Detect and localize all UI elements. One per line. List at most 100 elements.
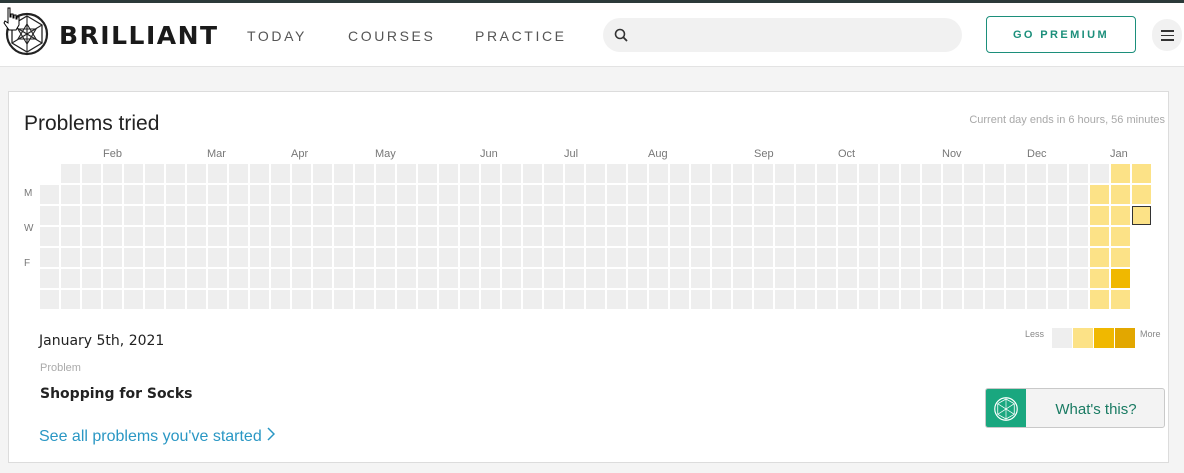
heatmap-cell[interactable]	[1090, 185, 1109, 204]
heatmap-cell[interactable]	[607, 269, 626, 288]
heatmap-cell[interactable]	[523, 227, 542, 246]
heatmap-cell[interactable]	[1069, 248, 1088, 267]
heatmap-cell[interactable]	[1132, 164, 1151, 183]
heatmap-cell[interactable]	[775, 248, 794, 267]
heatmap-cell[interactable]	[649, 248, 668, 267]
heatmap-cell[interactable]	[1090, 248, 1109, 267]
heatmap-cell[interactable]	[817, 269, 836, 288]
heatmap-cell[interactable]	[61, 164, 80, 183]
brand-name[interactable]: BRILLIANT	[59, 21, 219, 50]
heatmap-cell[interactable]	[145, 290, 164, 309]
heatmap-cell[interactable]	[922, 269, 941, 288]
heatmap-cell[interactable]	[187, 269, 206, 288]
heatmap-cell[interactable]	[859, 248, 878, 267]
heatmap-cell[interactable]	[124, 269, 143, 288]
heatmap-cell[interactable]	[376, 227, 395, 246]
heatmap-cell[interactable]	[229, 206, 248, 225]
heatmap-cell[interactable]	[250, 206, 269, 225]
heatmap-cell[interactable]	[628, 227, 647, 246]
heatmap-cell[interactable]	[1090, 164, 1109, 183]
heatmap-cell[interactable]	[754, 227, 773, 246]
heatmap-cell[interactable]	[712, 269, 731, 288]
heatmap-cell[interactable]	[103, 206, 122, 225]
heatmap-cell[interactable]	[943, 164, 962, 183]
heatmap-cell[interactable]	[796, 269, 815, 288]
heatmap-cell[interactable]	[439, 248, 458, 267]
heatmap-cell[interactable]	[187, 164, 206, 183]
heatmap-cell[interactable]	[1006, 164, 1025, 183]
heatmap-cell[interactable]	[376, 206, 395, 225]
heatmap-cell[interactable]	[712, 290, 731, 309]
heatmap-cell[interactable]	[712, 164, 731, 183]
heatmap-cell[interactable]	[271, 164, 290, 183]
heatmap-cell[interactable]	[166, 248, 185, 267]
heatmap-cell[interactable]	[82, 290, 101, 309]
heatmap-cell[interactable]	[334, 248, 353, 267]
heatmap-cell-selected[interactable]	[1132, 206, 1151, 225]
heatmap-cell[interactable]	[187, 290, 206, 309]
heatmap-cell[interactable]	[901, 269, 920, 288]
heatmap-cell[interactable]	[670, 248, 689, 267]
heatmap-cell[interactable]	[61, 269, 80, 288]
heatmap-cell[interactable]	[922, 185, 941, 204]
heatmap-cell[interactable]	[271, 227, 290, 246]
heatmap-cell[interactable]	[817, 248, 836, 267]
heatmap-cell[interactable]	[1111, 269, 1130, 288]
heatmap-cell[interactable]	[460, 227, 479, 246]
heatmap-cell[interactable]	[712, 227, 731, 246]
heatmap-cell[interactable]	[985, 269, 1004, 288]
heatmap-cell[interactable]	[775, 290, 794, 309]
heatmap-cell[interactable]	[397, 269, 416, 288]
heatmap-cell[interactable]	[229, 185, 248, 204]
heatmap-cell[interactable]	[208, 185, 227, 204]
heatmap-cell[interactable]	[859, 206, 878, 225]
heatmap-cell[interactable]	[502, 185, 521, 204]
heatmap-cell[interactable]	[250, 248, 269, 267]
heatmap-cell[interactable]	[418, 227, 437, 246]
heatmap-cell[interactable]	[481, 227, 500, 246]
heatmap-cell[interactable]	[460, 269, 479, 288]
heatmap-cell[interactable]	[40, 269, 59, 288]
heatmap-cell[interactable]	[523, 185, 542, 204]
heatmap-cell[interactable]	[670, 185, 689, 204]
heatmap-cell[interactable]	[103, 164, 122, 183]
heatmap-cell[interactable]	[880, 269, 899, 288]
heatmap-cell[interactable]	[40, 227, 59, 246]
heatmap-cell[interactable]	[124, 290, 143, 309]
heatmap-cell[interactable]	[1027, 227, 1046, 246]
heatmap-cell[interactable]	[733, 164, 752, 183]
heatmap-cell[interactable]	[1090, 227, 1109, 246]
heatmap-cell[interactable]	[208, 290, 227, 309]
search-input[interactable]	[603, 18, 962, 52]
heatmap-cell[interactable]	[418, 290, 437, 309]
heatmap-cell[interactable]	[145, 164, 164, 183]
heatmap-cell[interactable]	[901, 185, 920, 204]
nav-practice[interactable]: PRACTICE	[475, 28, 567, 44]
heatmap-cell[interactable]	[649, 164, 668, 183]
heatmap-cell[interactable]	[313, 185, 332, 204]
heatmap-cell[interactable]	[229, 290, 248, 309]
heatmap-cell[interactable]	[502, 206, 521, 225]
heatmap-cell[interactable]	[1006, 185, 1025, 204]
heatmap-cell[interactable]	[922, 227, 941, 246]
heatmap-cell[interactable]	[985, 248, 1004, 267]
heatmap-cell[interactable]	[733, 227, 752, 246]
heatmap-cell[interactable]	[859, 227, 878, 246]
heatmap-cell[interactable]	[481, 290, 500, 309]
see-all-problems-link[interactable]: See all problems you've started	[39, 427, 275, 446]
heatmap-cell[interactable]	[1006, 269, 1025, 288]
heatmap-cell[interactable]	[1048, 206, 1067, 225]
heatmap-cell[interactable]	[397, 185, 416, 204]
heatmap-cell[interactable]	[754, 164, 773, 183]
heatmap-cell[interactable]	[1027, 269, 1046, 288]
heatmap-cell[interactable]	[586, 164, 605, 183]
heatmap-cell[interactable]	[901, 206, 920, 225]
heatmap-cell[interactable]	[1069, 164, 1088, 183]
heatmap-cell[interactable]	[82, 206, 101, 225]
heatmap-cell[interactable]	[922, 248, 941, 267]
heatmap-cell[interactable]	[439, 290, 458, 309]
heatmap-cell[interactable]	[1090, 269, 1109, 288]
heatmap-cell[interactable]	[607, 206, 626, 225]
heatmap-cell[interactable]	[355, 269, 374, 288]
heatmap-cell[interactable]	[628, 269, 647, 288]
